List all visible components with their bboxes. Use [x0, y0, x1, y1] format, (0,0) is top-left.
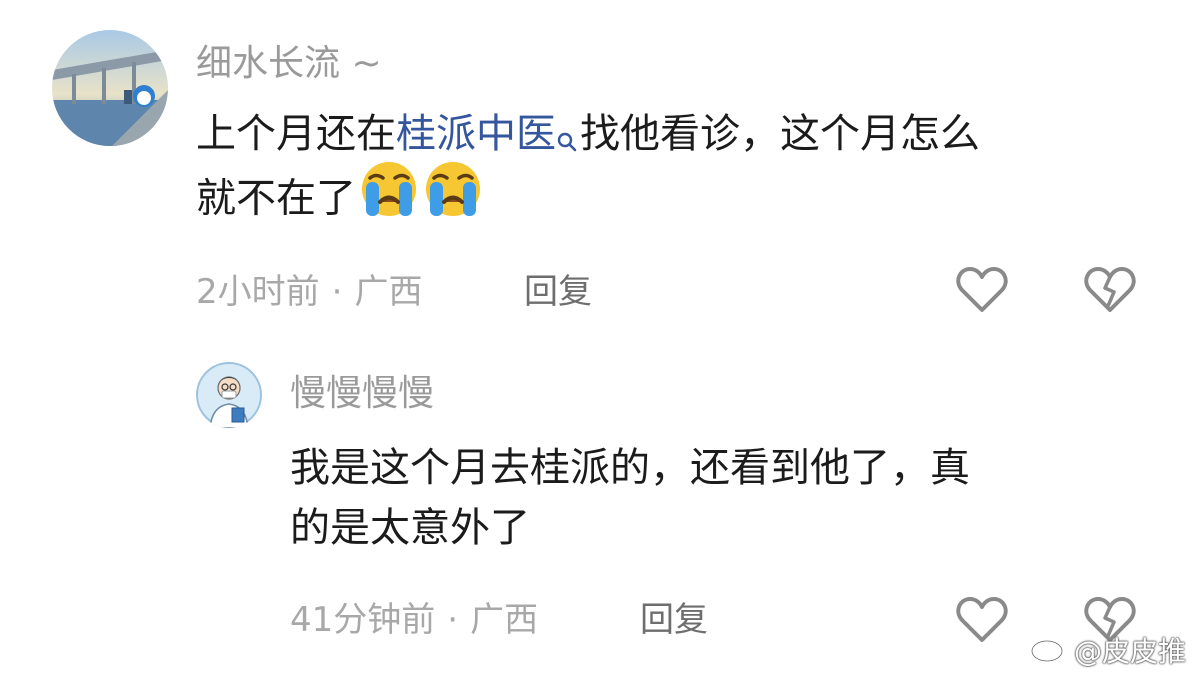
reply-button[interactable]: 回复 — [640, 600, 708, 640]
meta-separator: · — [447, 600, 459, 640]
content-text: 就不在了 — [196, 175, 356, 222]
search-icon[interactable] — [556, 110, 578, 170]
like-heart-icon[interactable] — [956, 266, 1008, 318]
reply-button[interactable]: 回复 — [524, 272, 592, 312]
meta-separator: · — [331, 272, 343, 312]
comment-location: 广西 — [354, 272, 423, 312]
comment-content: 上个月还在桂派中医 找他看诊，这个月怎么 就不在了 — [196, 104, 980, 224]
reply-time: 41分钟前 — [290, 600, 436, 640]
dislike-broken-heart-icon[interactable] — [1084, 266, 1136, 318]
avatar-photo-bridge — [52, 30, 168, 146]
comment-username[interactable]: 细水长流 ~ — [196, 42, 382, 86]
reply-line: 我是这个月去桂派的，还看到他了，真 — [290, 445, 970, 491]
avatar-doctor-cartoon — [196, 362, 262, 428]
reply-content: 我是这个月去桂派的，还看到他了，真 的是太意外了 — [290, 438, 970, 558]
content-text: 上个月还在 — [196, 111, 396, 157]
watermark-text: @皮皮推 — [1073, 634, 1186, 668]
comment-thread: 细水长流 ~ 上个月还在桂派中医 找他看诊，这个月怎么 就不在了 2小时前 · 广西 … — [0, 0, 1200, 678]
topic-link[interactable]: 桂派中医 — [396, 111, 556, 157]
reply-username[interactable]: 慢慢慢慢 — [290, 372, 434, 416]
avatar[interactable] — [52, 30, 168, 146]
comment-line: 就不在了 — [196, 162, 980, 224]
like-heart-icon[interactable] — [956, 596, 1008, 648]
avatar[interactable] — [196, 362, 262, 428]
reply-meta: 41分钟前 · 广西 — [290, 600, 538, 640]
reply-location: 广西 — [470, 600, 539, 640]
weibo-logo-icon — [1030, 631, 1070, 672]
comment-time: 2小时前 — [196, 272, 320, 312]
comment-meta: 2小时前 · 广西 — [196, 272, 422, 312]
weibo-watermark: @皮皮推 — [1030, 631, 1186, 672]
crying-face-icon — [358, 158, 420, 237]
comment-line: 上个月还在桂派中医 找他看诊，这个月怎么 — [196, 104, 980, 164]
crying-face-icon — [422, 158, 484, 237]
content-text: 找他看诊，这个月怎么 — [580, 111, 980, 157]
reply-line: 的是太意外了 — [290, 505, 530, 551]
